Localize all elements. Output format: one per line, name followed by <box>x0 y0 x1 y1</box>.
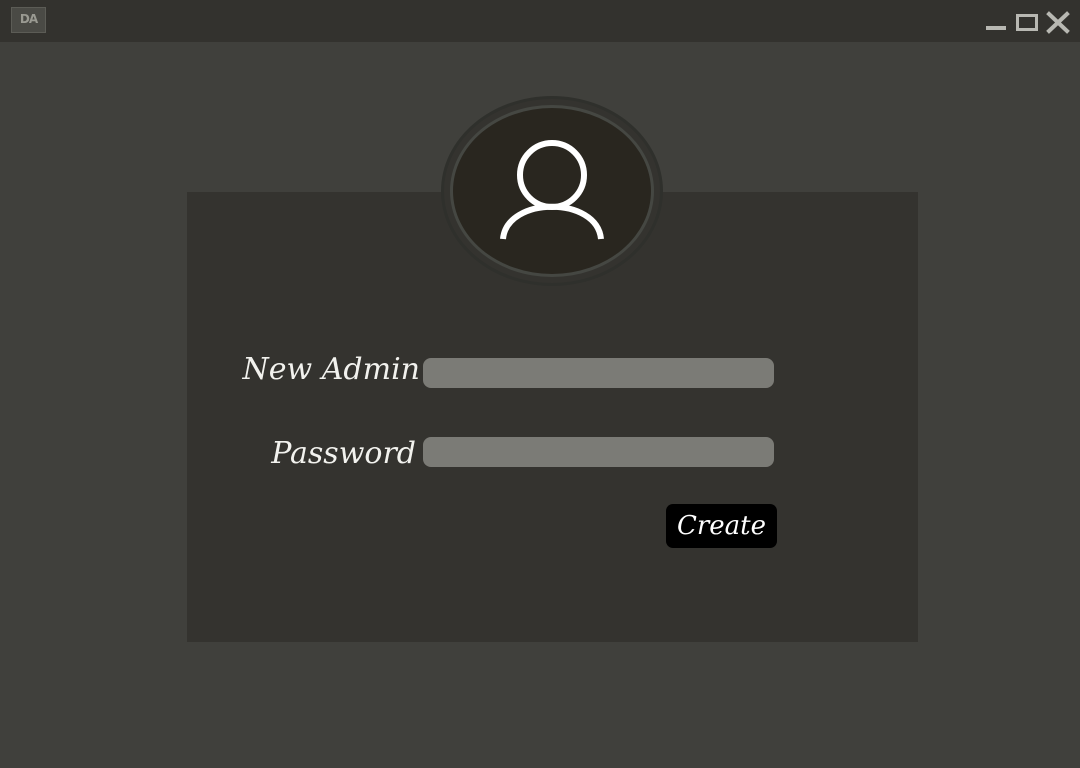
window-close-button[interactable] <box>1046 10 1070 34</box>
create-button[interactable]: Create <box>666 504 777 548</box>
minimize-icon <box>984 10 1008 34</box>
window-maximize-button[interactable] <box>1015 10 1039 34</box>
user-icon <box>497 136 607 244</box>
maximize-icon <box>1015 10 1039 34</box>
password-input[interactable] <box>423 437 774 467</box>
title-bar: DA <box>0 0 1080 42</box>
window-minimize-button[interactable] <box>984 10 1008 34</box>
new-admin-label: New Admin <box>242 352 420 387</box>
close-icon <box>1046 10 1070 34</box>
app-logo: DA <box>11 7 46 33</box>
password-label: Password <box>271 436 416 471</box>
new-admin-input[interactable] <box>423 358 774 388</box>
